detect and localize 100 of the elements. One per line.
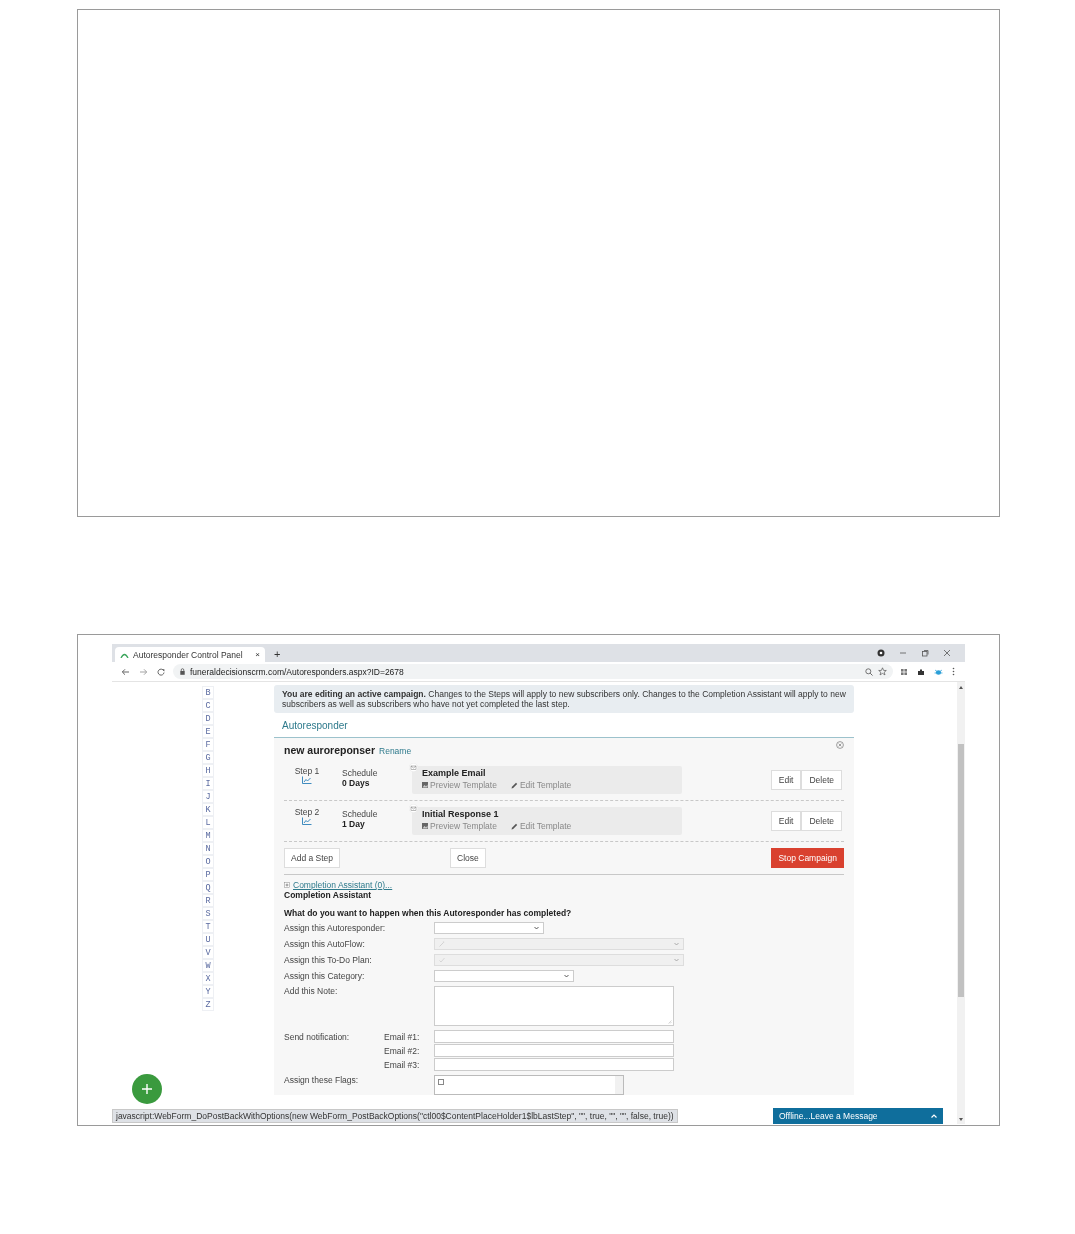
star-icon[interactable] [878,667,887,676]
pencil-icon [510,822,518,830]
pencil-icon [510,781,518,789]
alphabet-letter[interactable]: E [202,725,214,738]
back-arrow-icon[interactable] [121,667,130,676]
alphabet-letter[interactable]: T [202,920,214,933]
note-field[interactable] [434,986,674,1026]
alphabet-letter[interactable]: P [202,868,214,881]
email-field[interactable] [434,1030,674,1043]
chat-bar[interactable]: Offline...Leave a Message [773,1108,943,1124]
alphabet-letter[interactable]: B [202,686,214,699]
scroll-down-icon[interactable] [959,1118,963,1121]
grid-icon[interactable] [900,667,908,676]
email-label: Email #1: [384,1031,421,1042]
alphabet-letter[interactable]: Y [202,985,214,998]
dropdown-field[interactable] [434,922,544,934]
forward-arrow-icon[interactable] [139,667,148,676]
field-label: Assign this Category: [284,971,366,981]
alphabet-letter[interactable]: D [202,712,214,725]
chart-icon[interactable] [302,776,312,784]
chevron-icon [674,942,679,946]
restore-icon[interactable] [921,649,929,657]
field-label: Assign this Autoresponder: [284,923,387,933]
action-button[interactable]: Close [450,848,486,868]
resize-grip-icon [668,1020,672,1024]
action-button[interactable]: Add a Step [284,848,341,868]
alphabet-letter[interactable]: F [202,738,214,751]
alphabet-letter[interactable]: X [202,972,214,985]
close-icon[interactable] [836,741,844,749]
alphabet-letter[interactable]: H [202,764,214,777]
bug-icon[interactable] [934,667,943,676]
search-icon[interactable] [865,667,873,676]
check-icon [439,957,445,963]
image-icon [422,823,428,829]
template-name: Initial Response 1 [422,809,500,820]
alphabet-letter[interactable]: G [202,751,214,764]
alphabet-letter[interactable]: Q [202,881,214,894]
edit-template-link[interactable]: Edit Template [510,780,572,790]
close-icon[interactable] [943,649,951,657]
alphabet-letter[interactable]: L [202,816,214,829]
rename-link[interactable]: Rename [379,746,412,756]
completion-heading: Completion Assistant [284,890,373,900]
envelope-icon [409,763,418,772]
preview-template-link[interactable]: Preview Template [422,821,497,831]
image-icon [422,782,428,788]
field-label: Add this Note: [284,986,339,998]
alphabet-letter[interactable]: O [202,855,214,868]
template-name: Example Email [422,768,487,779]
alphabet-letter[interactable]: J [202,790,214,803]
schedule-value: 0 Days [342,778,371,788]
caret-up-icon [931,1114,937,1118]
scroll-up-icon[interactable] [959,686,963,689]
record-icon[interactable] [877,649,885,657]
step-button[interactable]: Edit [770,770,802,790]
alphabet-letter[interactable]: K [202,803,214,816]
edit-template-link[interactable]: Edit Template [510,821,572,831]
step-label: Step 1 [294,766,320,776]
alphabet-letter[interactable]: R [202,894,214,907]
alphabet-letter[interactable]: C [202,699,214,712]
tab-close-button[interactable]: × [255,650,260,659]
wand-icon [439,941,445,947]
alphabet-letter[interactable]: V [202,946,214,959]
step-label: Step 2 [294,807,320,817]
address-bar[interactable]: funeraldecisionscrm.com/Autoresponders.aspx?ID=2678 [173,664,893,679]
alphabet-letter[interactable]: I [202,777,214,790]
new-tab-button[interactable]: + [274,649,281,660]
dropdown-field[interactable] [434,970,574,982]
step-button[interactable]: Edit [770,811,802,831]
question-text: What do you want to happen when this Autoresponder has completed? [284,908,573,918]
alphabet-letter[interactable]: M [202,829,214,842]
reload-icon[interactable] [157,667,165,676]
email-field[interactable] [434,1044,674,1057]
scrollbar[interactable] [957,682,965,1124]
step-button[interactable]: Delete [801,811,842,831]
add-button[interactable] [132,1074,162,1104]
alphabet-letter[interactable]: U [202,933,214,946]
schedule-label: Schedule [342,809,379,819]
stop-button[interactable]: Stop Campaign [771,848,844,868]
browser-tab[interactable]: Autoresponder Control Panel × [115,647,265,662]
chevron-icon [674,958,679,962]
alphabet-letter[interactable]: W [202,959,214,972]
minimize-icon[interactable] [899,649,907,657]
lock-icon [180,668,185,675]
alphabet-letter[interactable]: N [202,842,214,855]
alphabet-letter[interactable]: Z [202,998,214,1011]
flags-list[interactable] [434,1075,624,1095]
completion-link[interactable]: Completion Assistant (0)... [284,880,844,890]
alphabet-letter[interactable]: S [202,907,214,920]
field-label: Assign these Flags: [284,1075,360,1087]
envelope-icon [409,804,418,813]
preview-template-link[interactable]: Preview Template [422,780,497,790]
email-field[interactable] [434,1058,674,1071]
campaign-name: new auroreponser [284,744,376,756]
expand-icon [284,882,290,888]
chart-icon[interactable] [302,817,312,825]
field-label: Assign this AutoFlow: [284,939,366,949]
chevron-icon [564,974,569,978]
notice-text: You are editing an active campaign. Changes to the Steps will apply to new subscribers only. Changes to the Completion Assistant will apply to new subscribers as well as subscribers who have not yet completed the last step. [274,685,854,713]
chevron-icon [534,926,539,930]
step-button[interactable]: Delete [801,770,842,790]
